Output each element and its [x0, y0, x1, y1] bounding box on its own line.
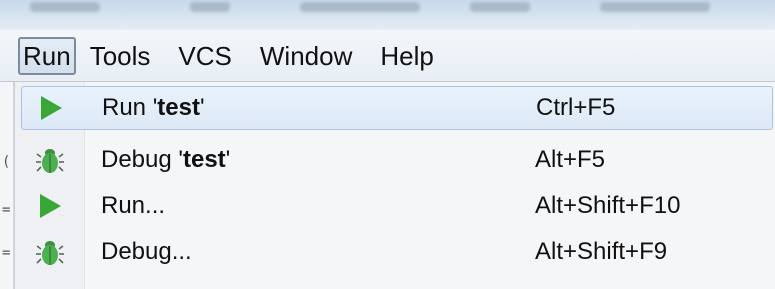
menu-help[interactable]: Help	[374, 37, 439, 75]
run-icon	[35, 191, 65, 221]
debug-icon	[35, 237, 65, 267]
debug-icon	[35, 145, 65, 175]
run-menu-dropdown: Run 'test' Ctrl+F5 Debug 'test' Alt+F5 R…	[14, 82, 775, 289]
editor-edge: ( = =	[0, 82, 14, 289]
menu-item-label: Run...	[101, 192, 166, 219]
shortcut-label: Alt+Shift+F9	[535, 238, 668, 265]
editor-glyph: (	[2, 154, 11, 170]
menu-item-label: Debug...	[101, 238, 192, 265]
menu-item-label: Run 'test'	[102, 94, 205, 121]
ide-window: Run Tools VCS Window Help ( = = Run 'tes…	[0, 0, 775, 289]
shortcut-label: Ctrl+F5	[536, 94, 616, 121]
editor-glyph: =	[2, 202, 11, 218]
shortcut-label: Alt+F5	[535, 146, 606, 173]
menu-tools[interactable]: Tools	[84, 37, 157, 75]
menu-vcs[interactable]: VCS	[172, 37, 237, 75]
menu-item-label: Debug 'test'	[101, 146, 231, 173]
menu-item-debug-test[interactable]: Debug 'test' Alt+F5	[21, 138, 773, 182]
shortcut-label: Alt+Shift+F10	[535, 192, 681, 219]
window-titlebar	[0, 0, 775, 30]
menu-run[interactable]: Run	[18, 36, 76, 75]
menu-window[interactable]: Window	[254, 37, 358, 75]
menu-item-run-test[interactable]: Run 'test' Ctrl+F5	[21, 86, 773, 130]
menu-bar: Run Tools VCS Window Help	[0, 30, 775, 82]
run-icon	[36, 93, 66, 123]
menu-item-run-dialog[interactable]: Run... Alt+Shift+F10	[21, 184, 773, 228]
editor-glyph: =	[2, 245, 11, 261]
menu-item-debug-dialog[interactable]: Debug... Alt+Shift+F9	[21, 230, 773, 274]
